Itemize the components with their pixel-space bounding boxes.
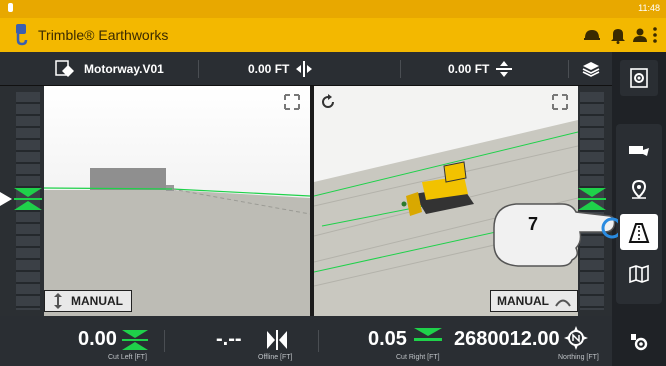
expand-icon[interactable] (284, 94, 300, 110)
northing-label: Northing [FT] (558, 354, 599, 361)
divider (400, 60, 401, 78)
offline-label: Offline [FT] (258, 354, 293, 361)
user-icon[interactable] (630, 25, 650, 45)
left-guidance-bar (0, 86, 44, 316)
bell-icon[interactable] (608, 25, 628, 45)
northing-readout[interactable]: 2680012.00 Northing [FT] (444, 316, 612, 366)
divider (568, 60, 569, 78)
blade-icon (54, 293, 62, 309)
horizontal-offset-icon (296, 61, 313, 77)
offline-readout[interactable]: -.-- Offline [FT] (168, 316, 318, 366)
system-status-bar: 11:48 (0, 0, 666, 18)
horizontal-offset-readout[interactable]: 0.00 FT (248, 52, 313, 86)
expand-icon[interactable] (552, 94, 568, 110)
machine-view-button[interactable] (620, 132, 658, 168)
step-number: 7 (528, 214, 539, 234)
cut-left-value: 0.00 (78, 328, 117, 350)
trimble-logo-icon (16, 24, 28, 46)
cut-right-readout[interactable]: 0.05 Cut Right [FT] (320, 316, 444, 366)
truck-icon (629, 146, 649, 156)
step-callout: 7 (488, 198, 618, 270)
settings-gear-icon (630, 68, 648, 88)
status-clock: 11:48 (638, 3, 660, 13)
design-name: Motorway.V01 (84, 62, 164, 76)
bottom-readouts: 0.00 Cut Left [FT] -.-- Offline [FT] 0.0… (0, 316, 612, 366)
design-selector[interactable]: Motorway.V01 (54, 52, 164, 86)
notification-icon (8, 3, 13, 12)
horizontal-offset-value: 0.00 FT (248, 62, 290, 76)
map-button[interactable] (620, 256, 658, 292)
left-pointer-icon (0, 192, 12, 206)
app-bar: Trimble® Earthworks (0, 18, 666, 52)
cut-indicator-icon (414, 328, 442, 341)
pointing-hand-icon (493, 203, 618, 267)
divider (164, 330, 165, 352)
left-ontarget-indicator (14, 188, 42, 210)
location-button[interactable] (620, 172, 658, 208)
app-title: Trimble® Earthworks (38, 27, 169, 43)
right-mode-label: MANUAL (497, 294, 549, 308)
vertical-offset-readout[interactable]: 0.00 FT (448, 52, 513, 86)
layers-icon[interactable] (582, 60, 600, 78)
profile-view[interactable]: MANUAL (44, 86, 310, 316)
left-mode-label: MANUAL (71, 294, 123, 308)
northing-value: 2680012.00 (454, 328, 560, 350)
vertical-offset-icon (496, 61, 513, 77)
rotate-icon[interactable] (320, 94, 336, 110)
divider (318, 330, 319, 352)
machine-settings-icon (631, 334, 648, 351)
settings-button[interactable] (620, 60, 658, 96)
cut-right-value: 0.05 (368, 328, 407, 350)
cut-right-label: Cut Right [FT] (396, 354, 440, 361)
divider (198, 60, 199, 78)
machine-settings-button[interactable] (620, 324, 658, 360)
design-info-bar: Motorway.V01 0.00 FT 0.00 FT (0, 52, 612, 86)
view-mode-button[interactable] (620, 214, 658, 250)
more-vert-icon[interactable] (650, 25, 660, 45)
offline-icon (267, 330, 287, 350)
north-compass-icon (564, 326, 588, 350)
map-icon (629, 264, 649, 284)
offline-value: -.-- (216, 328, 242, 350)
right-mode-chip[interactable]: MANUAL (490, 290, 578, 312)
ontarget-icon (122, 330, 148, 350)
vertical-offset-value: 0.00 FT (448, 62, 490, 76)
right-tool-rail (612, 52, 666, 366)
view-mode-icon (628, 223, 650, 243)
left-mode-chip[interactable]: MANUAL (44, 290, 132, 312)
cut-left-readout[interactable]: 0.00 Cut Left [FT] (0, 316, 168, 366)
blade-icon (555, 299, 571, 307)
location-icon (631, 179, 647, 199)
helmet-icon[interactable] (582, 25, 602, 45)
cut-left-label: Cut Left [FT] (108, 354, 147, 361)
design-icon (55, 60, 74, 77)
